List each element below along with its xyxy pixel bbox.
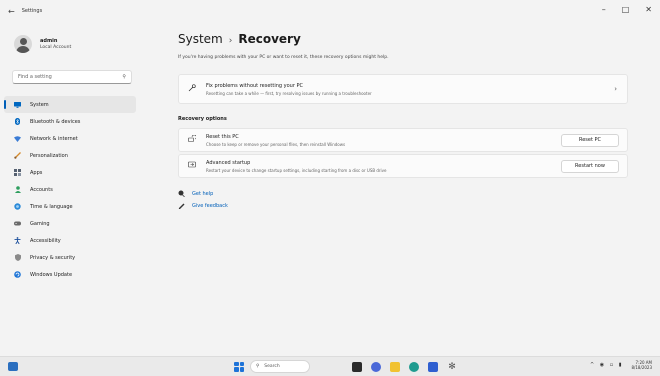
start-icon[interactable] bbox=[234, 361, 244, 372]
settings-gear-icon[interactable]: ✻ bbox=[447, 362, 457, 372]
shield-icon bbox=[14, 254, 21, 261]
apps-icon bbox=[14, 169, 21, 176]
sidebar-item-label: Windows Update bbox=[30, 271, 73, 278]
taskbar: ⚲ Search ✻ ^ ◉ ▫ ▮ 7:20 AM 8/18/2023 bbox=[0, 356, 660, 376]
wifi-icon bbox=[14, 135, 21, 142]
clock[interactable]: 7:20 AM 8/18/2023 bbox=[631, 360, 652, 370]
advanced-startup-card: Advanced startup Restart your device to … bbox=[178, 154, 628, 178]
sidebar-item-label: System bbox=[30, 101, 49, 108]
page-title: System › Recovery bbox=[178, 32, 628, 46]
tray-icons[interactable]: ^ ◉ ▫ ▮ bbox=[590, 362, 623, 368]
fix-problems-card[interactable]: Fix problems without resetting your PC R… bbox=[178, 74, 628, 104]
give-feedback-link[interactable]: Give feedback bbox=[178, 200, 628, 212]
bluetooth-icon bbox=[14, 118, 21, 125]
widgets-icon[interactable] bbox=[8, 362, 18, 371]
feedback-icon bbox=[178, 202, 185, 211]
advanced-startup-icon bbox=[187, 161, 197, 171]
help-icon bbox=[178, 190, 185, 199]
help-links: Get help Give feedback bbox=[178, 188, 628, 212]
give-feedback-label: Give feedback bbox=[192, 203, 228, 209]
sidebar-item-label: Time & language bbox=[30, 203, 73, 210]
sidebar-item-label: Privacy & security bbox=[30, 254, 76, 261]
main-content: System › Recovery If you're having problem… bbox=[178, 22, 628, 212]
sidebar-item-windows-update[interactable]: Windows Update bbox=[0, 266, 140, 283]
search-placeholder: Find a setting bbox=[18, 74, 52, 80]
get-help-link[interactable]: Get help bbox=[178, 188, 628, 200]
reset-pc-title: Reset this PC bbox=[206, 133, 239, 140]
advanced-startup-subtitle: Restart your device to change startup se… bbox=[206, 167, 387, 173]
clock-date: 8/18/2023 bbox=[631, 365, 652, 370]
fix-problems-title: Fix problems without resetting your PC bbox=[206, 82, 304, 89]
breadcrumb-recovery: Recovery bbox=[238, 32, 301, 46]
window-controls: – □ ✕ bbox=[602, 5, 652, 14]
restart-now-button[interactable]: Restart now bbox=[561, 159, 619, 173]
account-type: Local Account bbox=[40, 45, 72, 50]
title-bar: ← Settings bbox=[0, 0, 660, 22]
sidebar: admin Local Account Find a setting ⚲ Sys… bbox=[0, 22, 140, 356]
sidebar-item-accessibility[interactable]: Accessibility bbox=[0, 232, 140, 249]
sidebar-item-system[interactable]: System bbox=[4, 96, 136, 113]
search-input[interactable]: Find a setting ⚲ bbox=[12, 70, 132, 84]
taskbar-search[interactable]: ⚲ Search bbox=[250, 360, 310, 373]
sidebar-item-bluetooth[interactable]: Bluetooth & devices bbox=[0, 113, 140, 130]
user-name: admin bbox=[40, 38, 58, 44]
settings-window: ← Settings – □ ✕ admin Local Account Fin… bbox=[0, 0, 660, 356]
minimize-button[interactable]: – bbox=[602, 5, 606, 14]
person-icon bbox=[14, 186, 21, 193]
monitor-icon bbox=[14, 101, 21, 108]
windows-update-icon bbox=[14, 271, 21, 278]
recovery-options-heading: Recovery options bbox=[178, 116, 227, 122]
sidebar-nav: System Bluetooth & devices Network & int… bbox=[0, 96, 140, 283]
reset-pc-subtitle: Choose to keep or remove your personal f… bbox=[206, 141, 346, 147]
wrench-icon bbox=[187, 84, 197, 94]
sidebar-item-personalization[interactable]: Personalization bbox=[0, 147, 140, 164]
maximize-button[interactable]: □ bbox=[622, 5, 630, 14]
task-view-icon[interactable] bbox=[352, 361, 362, 372]
sidebar-item-gaming[interactable]: Gaming bbox=[0, 215, 140, 232]
reset-pc-card: Reset this PC Choose to keep or remove y… bbox=[178, 128, 628, 152]
close-button[interactable]: ✕ bbox=[645, 5, 652, 14]
sidebar-item-label: Accessibility bbox=[30, 237, 61, 244]
get-help-label: Get help bbox=[192, 191, 214, 197]
chat-icon[interactable] bbox=[371, 361, 381, 372]
back-arrow-icon[interactable]: ← bbox=[8, 7, 15, 16]
breadcrumb-system[interactable]: System bbox=[178, 32, 223, 46]
sidebar-item-label: Bluetooth & devices bbox=[30, 118, 81, 125]
sidebar-item-label: Personalization bbox=[30, 152, 68, 159]
user-profile[interactable]: admin Local Account bbox=[0, 22, 140, 58]
sidebar-item-time-language[interactable]: Time & language bbox=[0, 198, 140, 215]
window-title: Settings bbox=[21, 8, 43, 14]
search-icon: ⚲ bbox=[122, 74, 126, 80]
brush-icon bbox=[14, 152, 21, 159]
edge-icon[interactable] bbox=[409, 361, 419, 372]
avatar bbox=[14, 35, 32, 53]
system-tray: ^ ◉ ▫ ▮ 7:20 AM 8/18/2023 bbox=[590, 360, 652, 370]
store-icon[interactable] bbox=[428, 361, 438, 372]
taskbar-search-label: Search bbox=[264, 364, 280, 369]
page-description: If you're having problems with your PC o… bbox=[178, 55, 389, 60]
sidebar-item-label: Gaming bbox=[30, 220, 50, 227]
advanced-startup-title: Advanced startup bbox=[206, 159, 251, 166]
sidebar-item-label: Apps bbox=[30, 169, 43, 176]
sidebar-item-privacy-security[interactable]: Privacy & security bbox=[0, 249, 140, 266]
search-icon: ⚲ bbox=[256, 364, 260, 369]
accessibility-icon bbox=[14, 237, 21, 244]
chevron-right-icon: › bbox=[614, 85, 617, 93]
sidebar-item-label: Network & internet bbox=[30, 135, 78, 142]
breadcrumb-separator: › bbox=[228, 36, 233, 46]
file-explorer-icon[interactable] bbox=[390, 361, 400, 372]
reset-pc-icon bbox=[187, 134, 197, 145]
sidebar-item-apps[interactable]: Apps bbox=[0, 164, 140, 181]
sidebar-item-accounts[interactable]: Accounts bbox=[0, 181, 140, 198]
fix-problems-subtitle: Resetting can take a while — first, try … bbox=[206, 90, 372, 96]
globe-clock-icon bbox=[14, 203, 21, 210]
gamepad-icon bbox=[14, 220, 21, 227]
sidebar-item-label: Accounts bbox=[30, 186, 53, 193]
taskbar-center: ⚲ Search ✻ bbox=[234, 360, 466, 373]
sidebar-item-network[interactable]: Network & internet bbox=[0, 130, 140, 147]
reset-pc-button[interactable]: Reset PC bbox=[561, 133, 619, 147]
